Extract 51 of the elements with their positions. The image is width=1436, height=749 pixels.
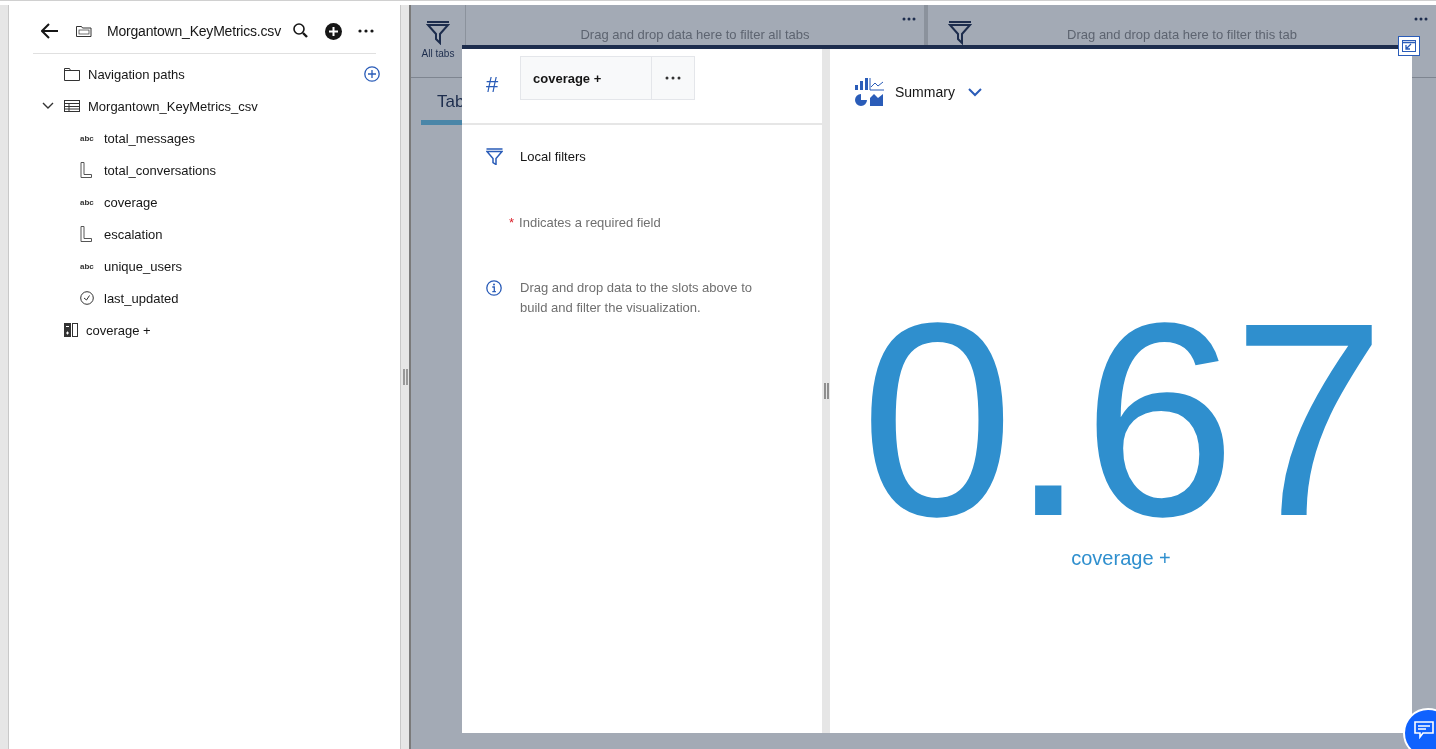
search-icon[interactable] xyxy=(293,23,309,39)
tree-item[interactable]: unique_users xyxy=(104,258,183,274)
filter-icon[interactable] xyxy=(426,21,450,45)
filter-icon xyxy=(486,147,503,165)
tree-item[interactable]: last_updated xyxy=(104,290,179,306)
add-icon[interactable] xyxy=(325,22,342,40)
local-filters-label[interactable]: Local filters xyxy=(520,148,586,164)
folder-icon xyxy=(64,67,80,81)
more-icon[interactable] xyxy=(902,17,916,21)
more-icon[interactable] xyxy=(358,29,374,33)
tree-item[interactable]: Morgantown_KeyMetrics_csv xyxy=(88,98,258,114)
tree-item[interactable]: coverage xyxy=(104,194,158,210)
filter-drop-hint: Drag and drop data here to filter this tab xyxy=(1067,27,1297,44)
slot-value: coverage + xyxy=(532,69,603,88)
info-icon xyxy=(486,280,502,296)
ruler-icon xyxy=(80,226,92,242)
add-path-icon[interactable] xyxy=(364,66,380,82)
clock-icon xyxy=(80,291,94,305)
collapse-button[interactable] xyxy=(1398,36,1420,56)
chevron-icon[interactable] xyxy=(42,102,54,110)
data-source-title: Morgantown_KeyMetrics.csv xyxy=(107,23,281,39)
all-tabs-label: All tabs xyxy=(421,48,455,59)
info-note: Drag and drop data to the slots above to build and filter the visualization. xyxy=(520,279,753,317)
chart-types-icon[interactable] xyxy=(854,77,884,107)
calculator-icon xyxy=(64,323,78,337)
chevron-down-icon[interactable] xyxy=(967,87,982,97)
tree-item[interactable]: Navigation paths xyxy=(88,66,185,82)
summary-label: coverage + xyxy=(1071,547,1171,570)
measure-symbol: # xyxy=(486,72,500,98)
filter-drop-hint: Drag and drop data here to filter all tabs xyxy=(580,27,810,44)
text-type-icon: abc xyxy=(80,197,94,207)
tree-item[interactable]: coverage + xyxy=(86,322,151,338)
value-slot[interactable]: coverage + xyxy=(520,56,695,100)
back-arrow-icon[interactable] xyxy=(41,23,59,39)
required-note: Indicates a required field xyxy=(519,215,661,230)
required-mark: * xyxy=(509,215,515,230)
tree-item[interactable]: total_messages xyxy=(104,130,196,146)
ruler-icon xyxy=(80,162,92,178)
splitter-grip-icon[interactable] xyxy=(823,383,829,399)
table-icon xyxy=(64,100,80,112)
tree-item[interactable]: escalation xyxy=(104,226,163,242)
visualization-type[interactable]: Summary xyxy=(895,84,955,100)
filter-icon[interactable] xyxy=(948,21,972,45)
chat-icon xyxy=(1414,721,1434,739)
file-icon xyxy=(76,25,92,37)
text-type-icon: abc xyxy=(80,133,94,143)
more-icon[interactable] xyxy=(1414,17,1428,21)
splitter-grip-icon[interactable] xyxy=(402,369,408,385)
summary-value: 0.67 xyxy=(860,299,1382,539)
tree-item[interactable]: total_conversations xyxy=(104,162,216,178)
text-type-icon: abc xyxy=(80,261,94,271)
